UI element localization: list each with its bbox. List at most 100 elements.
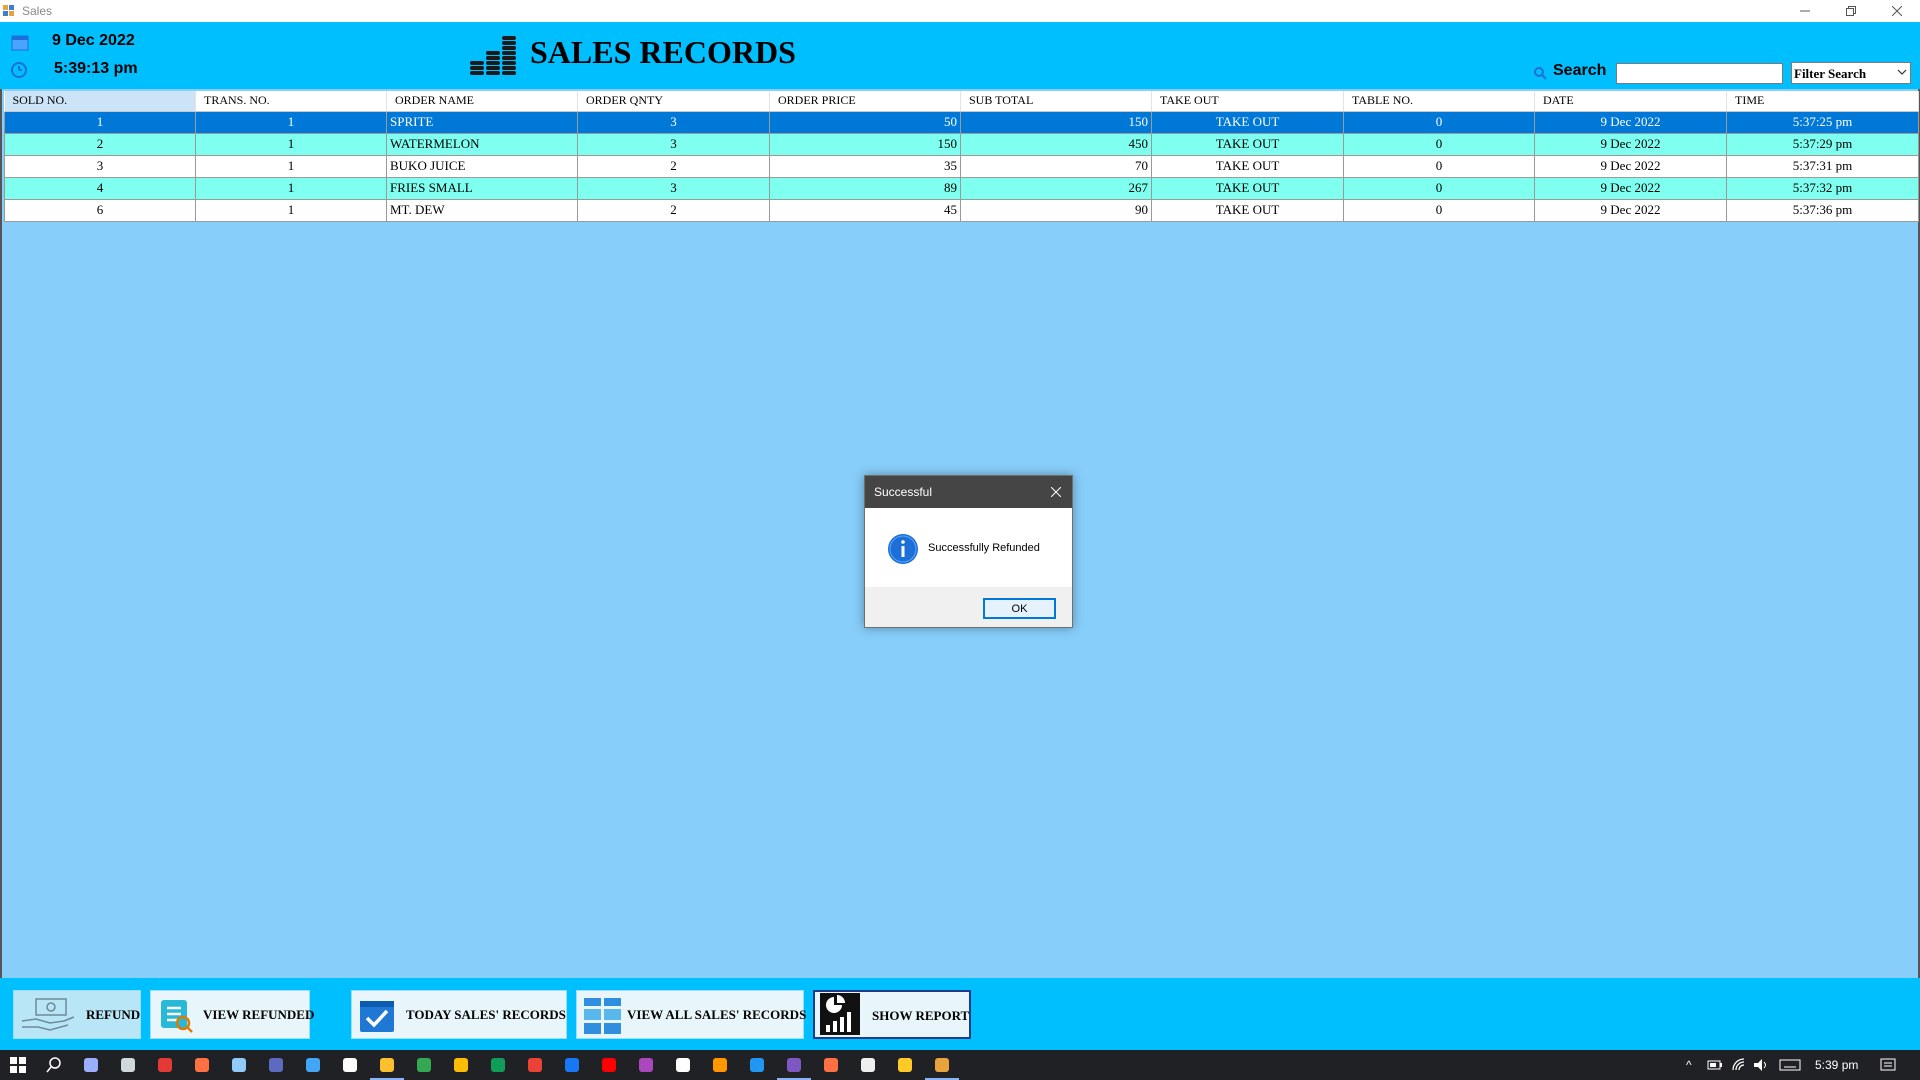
app-icon[interactable] xyxy=(824,1058,838,1072)
app-icon[interactable] xyxy=(639,1058,653,1072)
app-icon[interactable] xyxy=(713,1058,727,1072)
table-row[interactable]: 1 1 SPRITE 3 50 150 TAKE OUT 0 9 Dec 2022 5:37:25… xyxy=(4,110,1919,134)
table-cell[interactable]: 267 xyxy=(960,176,1152,200)
table-cell[interactable]: BUKO JUICE xyxy=(386,154,578,178)
today-sales-records-button[interactable]: TODAY SALES' RECORDS xyxy=(351,990,567,1039)
column-header[interactable]: SOLD NO. xyxy=(4,91,196,112)
table-cell[interactable]: 45 xyxy=(769,198,961,222)
youtube-icon[interactable] xyxy=(602,1058,616,1072)
table-cell[interactable]: 2 xyxy=(577,198,770,222)
app-icon[interactable] xyxy=(195,1058,209,1072)
table-cell[interactable]: 150 xyxy=(769,132,961,156)
table-row[interactable]: 2 1 WATERMELON 3 150 450 TAKE OUT 0 9 Dec 2022 5:… xyxy=(4,132,1919,156)
table-cell[interactable]: 1 xyxy=(195,198,387,222)
close-button[interactable] xyxy=(1874,0,1920,22)
meet-icon[interactable] xyxy=(417,1058,431,1072)
table-cell[interactable]: 0 xyxy=(1343,154,1535,178)
table-cell[interactable]: SPRITE xyxy=(386,110,578,134)
cortana-icon[interactable] xyxy=(84,1058,98,1072)
file-explorer-icon[interactable] xyxy=(898,1058,912,1072)
table-cell[interactable]: 90 xyxy=(960,198,1152,222)
table-cell[interactable]: TAKE OUT xyxy=(1151,132,1344,156)
table-cell[interactable]: 4 xyxy=(4,176,196,200)
column-header[interactable]: ORDER PRICE xyxy=(769,91,961,112)
task-view-icon[interactable] xyxy=(121,1058,135,1072)
table-cell[interactable]: 0 xyxy=(1343,110,1535,134)
chrome-icon[interactable] xyxy=(380,1058,394,1072)
table-cell[interactable]: 0 xyxy=(1343,132,1535,156)
restore-button[interactable] xyxy=(1828,0,1874,22)
todo-icon[interactable] xyxy=(306,1058,320,1072)
table-row[interactable]: 4 1 FRIES SMALL 3 89 267 TAKE OUT 0 9 Dec 2022 5:… xyxy=(4,176,1919,200)
table-cell[interactable]: 89 xyxy=(769,176,961,200)
filter-search-select[interactable]: Filter Search xyxy=(1791,62,1911,84)
notification-icon[interactable] xyxy=(1880,1057,1896,1073)
wifi-icon[interactable] xyxy=(1731,1057,1747,1073)
column-header[interactable]: TABLE NO. xyxy=(1343,91,1535,112)
view-all-sales-records-button[interactable]: VIEW ALL SALES' RECORDS xyxy=(576,990,806,1039)
table-cell[interactable]: 5:37:31 pm xyxy=(1726,154,1919,178)
table-cell[interactable]: 5:37:25 pm xyxy=(1726,110,1919,134)
table-cell[interactable]: 0 xyxy=(1343,176,1535,200)
table-cell[interactable]: 3 xyxy=(4,154,196,178)
sales-app-icon[interactable] xyxy=(935,1058,949,1072)
table-cell[interactable]: 1 xyxy=(195,154,387,178)
column-header[interactable]: DATE xyxy=(1534,91,1727,112)
column-header[interactable]: TAKE OUT xyxy=(1151,91,1344,112)
vscode-icon[interactable] xyxy=(750,1058,764,1072)
table-cell[interactable]: 3 xyxy=(577,176,770,200)
table-cell[interactable]: 1 xyxy=(195,176,387,200)
column-header[interactable]: ORDER QNTY xyxy=(577,91,770,112)
table-cell[interactable]: 9 Dec 2022 xyxy=(1534,176,1727,200)
column-header[interactable]: TRANS. NO. xyxy=(195,91,387,112)
table-cell[interactable]: TAKE OUT xyxy=(1151,110,1344,134)
table-cell[interactable]: 1 xyxy=(195,110,387,134)
visual-studio-icon[interactable] xyxy=(787,1058,801,1072)
volume-icon[interactable] xyxy=(1753,1057,1769,1073)
table-cell[interactable]: FRIES SMALL xyxy=(386,176,578,200)
table-row[interactable]: 3 1 BUKO JUICE 2 35 70 TAKE OUT 0 9 Dec 2022 5:37… xyxy=(4,154,1919,178)
gmail-icon[interactable] xyxy=(528,1058,542,1072)
windows-start-icon[interactable] xyxy=(10,1057,26,1073)
table-cell[interactable]: TAKE OUT xyxy=(1151,154,1344,178)
drive-icon[interactable] xyxy=(454,1058,468,1072)
keyboard-icon[interactable] xyxy=(1779,1057,1801,1073)
table-cell[interactable]: 2 xyxy=(4,132,196,156)
column-header[interactable]: SUB TOTAL xyxy=(960,91,1152,112)
table-cell[interactable]: 2 xyxy=(577,154,770,178)
column-header[interactable]: TIME xyxy=(1726,91,1919,112)
search-icon[interactable] xyxy=(46,1057,62,1073)
app-icon[interactable] xyxy=(676,1058,690,1072)
teams-icon[interactable] xyxy=(269,1058,283,1072)
table-cell[interactable]: 9 Dec 2022 xyxy=(1534,198,1727,222)
battery-icon[interactable] xyxy=(1707,1057,1723,1073)
table-cell[interactable]: 6 xyxy=(4,198,196,222)
table-cell[interactable]: TAKE OUT xyxy=(1151,176,1344,200)
table-cell[interactable]: TAKE OUT xyxy=(1151,198,1344,222)
table-cell[interactable]: 150 xyxy=(960,110,1152,134)
table-cell[interactable]: WATERMELON xyxy=(386,132,578,156)
settings-icon[interactable] xyxy=(861,1058,875,1072)
table-cell[interactable]: 450 xyxy=(960,132,1152,156)
view-refunded-button[interactable]: VIEW REFUNDED xyxy=(150,990,314,1039)
tray-chevron-icon[interactable]: ^ xyxy=(1686,1058,1692,1072)
obs-icon[interactable] xyxy=(158,1058,172,1072)
success-dialog[interactable]: Successful Successfully Refunded OK xyxy=(864,475,1073,628)
dialog-close-button[interactable] xyxy=(1040,476,1072,508)
table-cell[interactable]: 5:37:29 pm xyxy=(1726,132,1919,156)
table-cell[interactable]: 5:37:32 pm xyxy=(1726,176,1919,200)
table-cell[interactable]: 5:37:36 pm xyxy=(1726,198,1919,222)
show-report-button[interactable]: SHOW REPORT xyxy=(813,990,971,1039)
table-cell[interactable]: 9 Dec 2022 xyxy=(1534,154,1727,178)
google-icon[interactable] xyxy=(343,1058,357,1072)
minimize-button[interactable] xyxy=(1782,0,1828,22)
taskbar-clock[interactable]: 5:39 pm xyxy=(1815,1058,1858,1072)
table-cell[interactable]: 3 xyxy=(577,132,770,156)
notes-icon[interactable] xyxy=(232,1058,246,1072)
table-cell[interactable]: 3 xyxy=(577,110,770,134)
sheets-icon[interactable] xyxy=(491,1058,505,1072)
table-row[interactable]: 6 1 MT. DEW 2 45 90 TAKE OUT 0 9 Dec 2022 5:37:36… xyxy=(4,198,1919,222)
column-header[interactable]: ORDER NAME xyxy=(386,91,578,112)
table-cell[interactable]: 1 xyxy=(195,132,387,156)
table-cell[interactable]: 0 xyxy=(1343,198,1535,222)
